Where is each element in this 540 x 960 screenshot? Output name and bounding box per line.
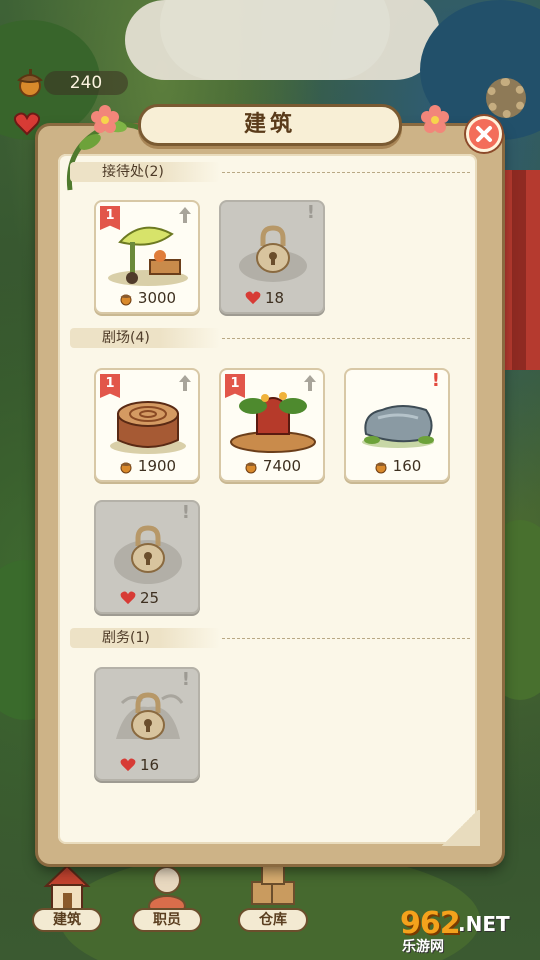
bottom-nav-label: 仓库 [238, 908, 308, 932]
section-header-reception: 接待处(2) [70, 160, 470, 184]
panel-title-banner: 建筑 [138, 104, 402, 146]
heart-icon [14, 112, 40, 136]
cloud-decoration [160, 0, 390, 80]
card-cost: 1900 [96, 456, 198, 476]
building-card-theater-2[interactable]: 1 7400 [219, 368, 325, 482]
card-cost: 160 [346, 456, 448, 476]
padlock-icon [114, 525, 182, 584]
section-header-crew: 剧务(1) [70, 626, 470, 650]
grey-rock-art [362, 405, 434, 448]
heart-icon [120, 591, 136, 605]
heart-icon [245, 291, 261, 305]
card-cost: 3000 [96, 288, 198, 308]
flower-decoration [91, 105, 119, 133]
card-cost: 18 [221, 288, 323, 308]
building-card-crew-1-locked[interactable]: ! 16 [94, 667, 200, 781]
heart-icon [120, 758, 136, 772]
settings-gear-icon[interactable] [486, 78, 526, 118]
acorn-counter: 240 [44, 71, 128, 95]
building-card-theater-3[interactable]: ! 160 [344, 368, 450, 482]
staff-icon [148, 866, 186, 914]
bottom-nav-storage[interactable]: 仓库 [228, 852, 318, 942]
flower-decoration [421, 105, 449, 133]
panel-title: 建筑 [243, 112, 296, 137]
bottom-nav-label: 职员 [132, 908, 202, 932]
card-cost: 7400 [221, 456, 323, 476]
tree-stump-art [110, 401, 186, 454]
acorn-icon [17, 69, 43, 97]
bottom-nav-build[interactable]: 建筑 [22, 852, 112, 942]
acorn-icon [120, 294, 132, 306]
building-card-theater-1[interactable]: 1 1900 [94, 368, 200, 482]
close-icon [476, 126, 492, 142]
crate-icon [251, 863, 295, 905]
close-button[interactable] [466, 116, 502, 152]
page-curl-decoration [440, 810, 480, 846]
building-card-reception-2-locked[interactable]: ! 18 [219, 200, 325, 314]
section-header-theater: 剧场(4) [70, 326, 470, 350]
acorn-icon [245, 462, 257, 474]
card-cost: 16 [96, 755, 198, 775]
acorn-icon [120, 462, 132, 474]
bottom-nav-staff[interactable]: 职员 [122, 852, 212, 942]
house-icon [43, 864, 91, 910]
building-card-theater-4-locked[interactable]: ! 25 [94, 500, 200, 614]
building-card-reception-1[interactable]: 1 3000 [94, 200, 200, 314]
brand-watermark: 962 .NET 乐游网 [400, 906, 510, 955]
padlock-icon [116, 692, 184, 740]
acorn-icon [375, 462, 387, 474]
card-cost: 25 [96, 588, 198, 608]
garden-stage-art [230, 392, 316, 453]
padlock-icon [239, 225, 307, 282]
leaf-reception-art [108, 226, 188, 286]
bottom-nav-label: 建筑 [32, 908, 102, 932]
